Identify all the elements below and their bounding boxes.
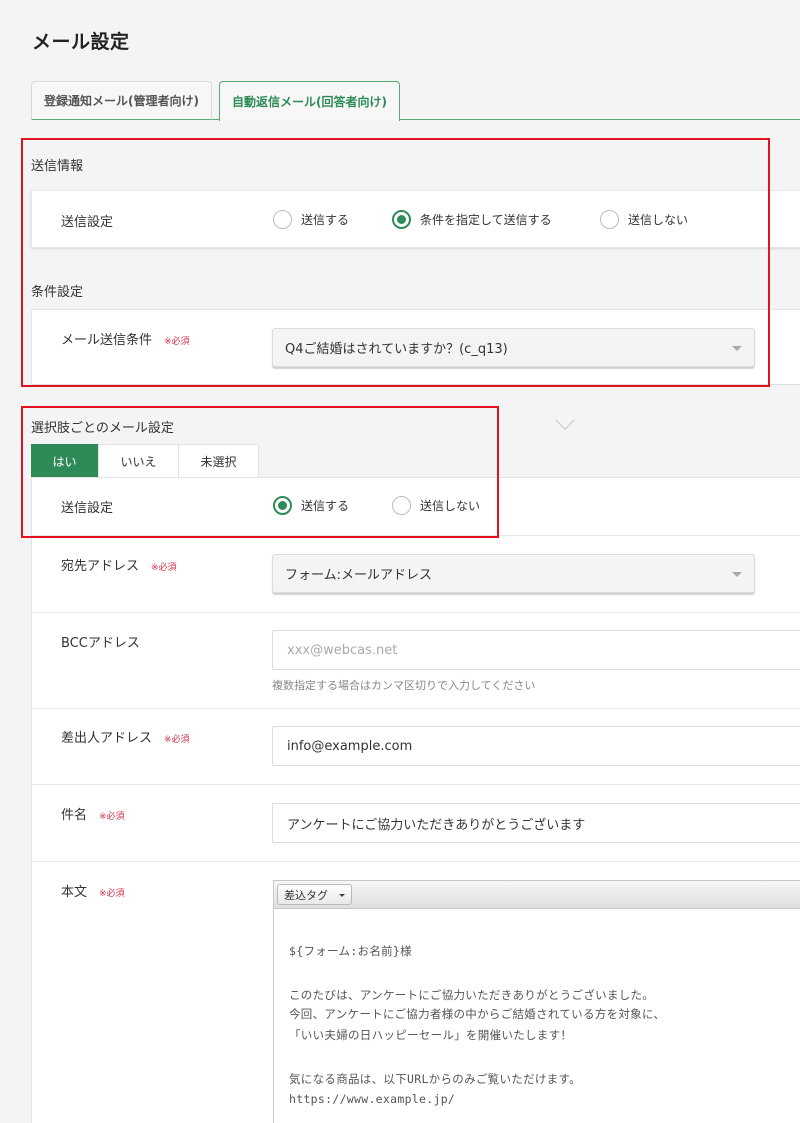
mail-condition-label: メール送信条件 ※必須	[61, 333, 190, 348]
subject-label: 件名 ※必須	[61, 808, 125, 823]
required-mark: ※必須	[151, 563, 177, 573]
row-divider	[32, 535, 800, 536]
required-mark: ※必須	[99, 812, 125, 822]
row-divider	[32, 612, 800, 613]
subject-input[interactable]: アンケートにご協力いただきありがとうございます	[272, 803, 800, 843]
dropdown-caret-icon	[732, 571, 742, 577]
row-divider	[32, 861, 800, 862]
radio-checked-icon	[392, 210, 411, 229]
mail-condition-select[interactable]: Q4ご結婚はされていますか？(c_q13)	[272, 328, 755, 367]
required-mark: ※必須	[164, 337, 190, 347]
radio-send-conditional[interactable]: 条件を指定して送信する	[392, 210, 552, 229]
tab-auto-reply[interactable]: 自動返信メール(回答者向け)	[219, 81, 400, 121]
body-line: このたびは、アンケートにご協力いただきありがとうございました。	[289, 988, 655, 1002]
body-line: 気になる商品は、以下URLからのみご覧いただけます。	[289, 1072, 581, 1086]
radio-circle-icon	[600, 210, 619, 229]
body-line: 今回、アンケートにご協力者様の中からご結婚されている方を対象に、	[289, 1007, 666, 1021]
page-title: メール設定	[32, 31, 130, 53]
body-line: https://www.example.jp/	[289, 1092, 456, 1106]
radio-no-send[interactable]: 送信しない	[600, 210, 688, 229]
bcc-address-label: BCCアドレス	[61, 636, 140, 651]
choice-radio-no-send[interactable]: 送信しない	[392, 496, 480, 515]
required-mark: ※必須	[164, 735, 190, 745]
choice-tab-unselected[interactable]: 未選択	[178, 444, 259, 478]
from-address-label: 差出人アドレス ※必須	[61, 731, 190, 746]
to-address-select[interactable]: フォーム:メールアドレス	[272, 554, 755, 593]
editor-toolbar	[273, 880, 800, 909]
choice-radio-send[interactable]: 送信する	[273, 496, 349, 515]
radio-circle-icon	[273, 210, 292, 229]
from-address-input[interactable]: info@example.com	[272, 726, 800, 766]
insert-tag-button[interactable]: 差込タグ	[277, 884, 352, 905]
send-setting-label: 送信設定	[61, 215, 114, 230]
per-choice-heading: 選択肢ごとのメール設定	[31, 421, 174, 436]
choice-tab-no[interactable]: いいえ	[98, 444, 179, 478]
send-info-heading: 送信情報	[31, 159, 84, 174]
choice-send-setting-label: 送信設定	[61, 501, 114, 516]
required-mark: ※必須	[99, 889, 125, 899]
chevron-down-icon[interactable]	[555, 410, 575, 430]
radio-send[interactable]: 送信する	[273, 210, 349, 229]
radio-checked-icon	[273, 496, 292, 515]
bcc-hint: 複数指定する場合はカンマ区切りで入力してください	[272, 679, 536, 692]
bcc-address-input[interactable]: xxx@webcas.net	[272, 630, 800, 670]
to-address-label: 宛先アドレス ※必須	[61, 559, 177, 574]
row-divider	[32, 708, 800, 709]
body-line: 「いい夫婦の日ハッピーセール」を開催いたします！	[289, 1028, 573, 1042]
body-line: ${フォーム:お名前}様	[289, 944, 412, 958]
radio-circle-icon	[392, 496, 411, 515]
dropdown-caret-icon	[732, 345, 742, 351]
condition-heading: 条件設定	[31, 285, 84, 300]
choice-tab-yes[interactable]: はい	[31, 444, 98, 478]
body-label: 本文 ※必須	[61, 885, 125, 900]
dropdown-caret-icon	[339, 894, 345, 897]
row-divider	[32, 784, 800, 785]
tab-admin-notification[interactable]: 登録通知メール(管理者向け)	[31, 81, 212, 120]
